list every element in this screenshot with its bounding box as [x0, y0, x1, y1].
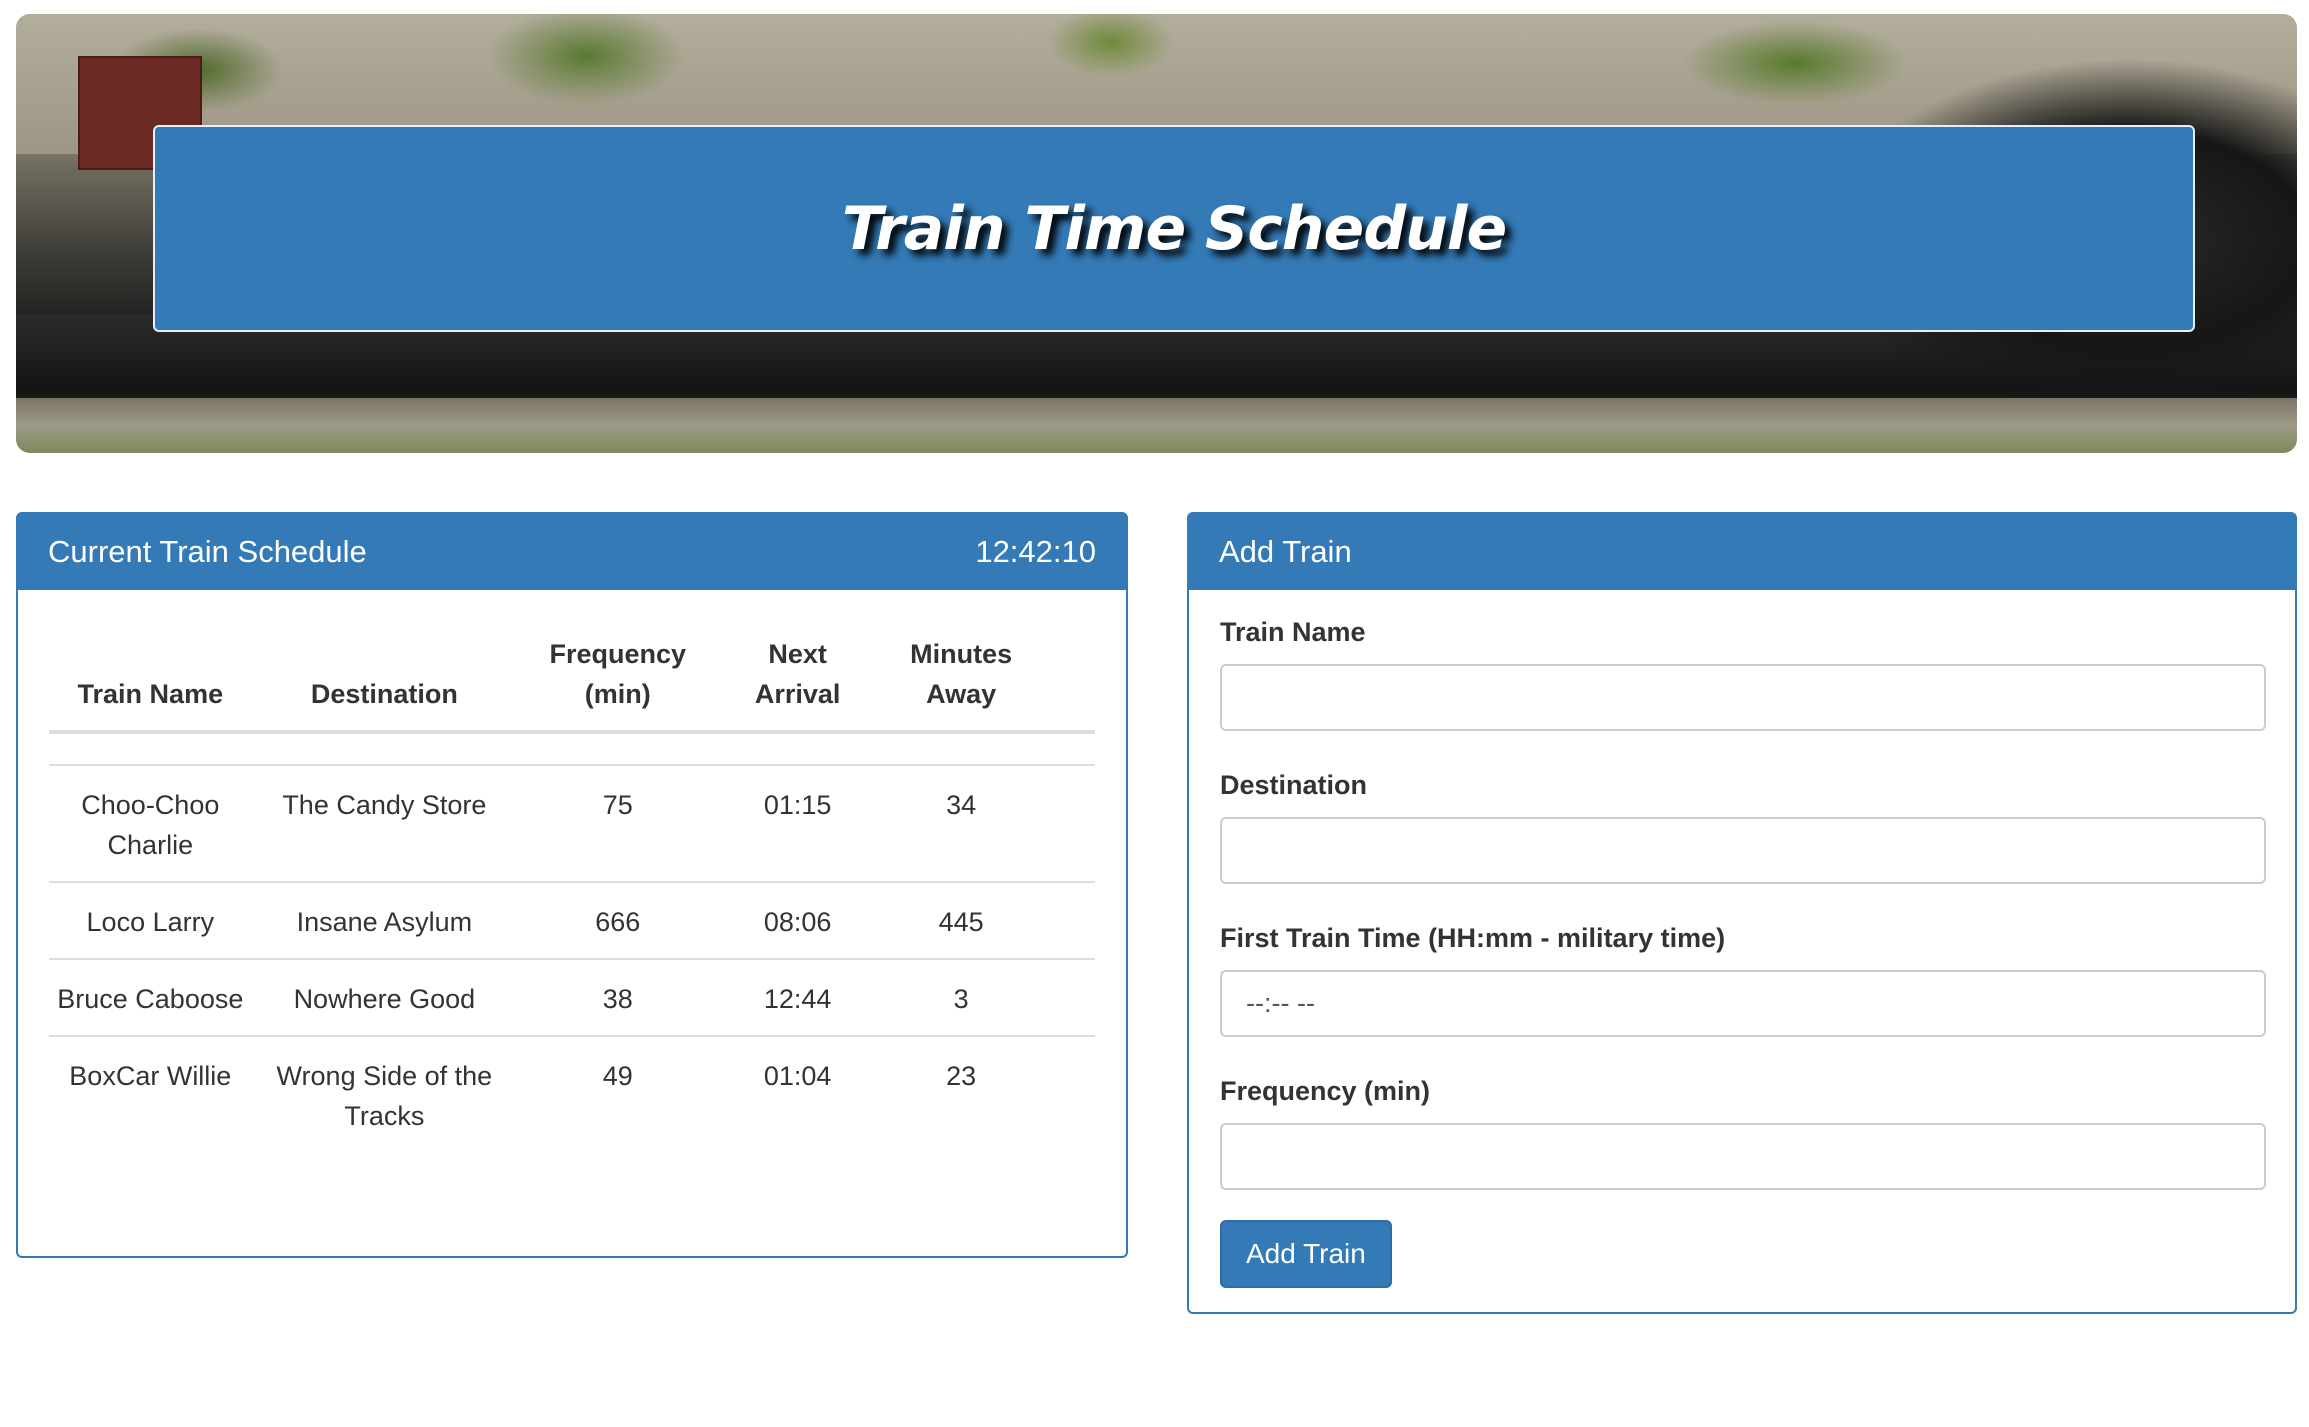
add-train-panel-heading: Add Train [1189, 514, 2295, 590]
banner-ground [16, 398, 2297, 453]
cell-train-name: Bruce Caboose [49, 958, 252, 1036]
table-row: Bruce Caboose Nowhere Good 38 12:44 3 [49, 958, 1095, 1036]
col-header-blank [1046, 634, 1095, 732]
cell-blank [1045, 764, 1095, 882]
schedule-heading-text: Current Train Schedule [48, 534, 367, 569]
cell-frequency: 666 [517, 881, 719, 959]
cell-next-arrival: 01:15 [718, 764, 877, 882]
add-train-button[interactable]: Add Train [1220, 1220, 1392, 1288]
current-time: 12:42:10 [975, 534, 1096, 569]
table-header-row: Train Name Destination Frequency (min) Ne… [49, 634, 1095, 732]
first-train-time-input[interactable]: --:-- -- [1220, 970, 2266, 1037]
cell-frequency: 49 [517, 1035, 719, 1152]
cell-destination: Insane Asylum [251, 881, 518, 959]
frequency-label: Frequency (min) [1220, 1076, 1431, 1106]
col-header-destination: Destination [310, 679, 458, 709]
cell-next-arrival: 12:44 [718, 958, 877, 1036]
col-header-train-name: Train Name [77, 679, 224, 709]
table-row: BoxCar Willie Wrong Side of the Tracks 4… [49, 1035, 1095, 1152]
frequency-input[interactable] [1220, 1123, 2266, 1190]
cell-frequency: 75 [517, 764, 719, 882]
add-train-panel: Add Train Train Name Destination First T… [1187, 512, 2297, 1314]
destination-label: Destination [1220, 770, 1368, 800]
cell-destination: Wrong Side of the Tracks [251, 1035, 518, 1152]
cell-blank [1045, 958, 1095, 1036]
col-header-next-arrival: Next Arrival [754, 639, 841, 709]
add-train-form: Train Name Destination First Train Time … [1220, 614, 2266, 1288]
schedule-panel-heading: Current Train Schedule 12:42:10 [18, 514, 1126, 590]
table-row: Loco Larry Insane Asylum 666 08:06 445 [49, 881, 1095, 959]
cell-train-name: Choo-Choo Charlie [49, 764, 252, 882]
train-name-input[interactable] [1220, 664, 2266, 731]
cell-next-arrival: 08:06 [718, 881, 877, 959]
cell-blank [1045, 1035, 1095, 1152]
header-banner: Train Time Schedule [16, 14, 2297, 453]
col-header-frequency: Frequency (min) [549, 639, 687, 709]
cell-train-name: BoxCar Willie [49, 1035, 252, 1152]
schedule-panel: Current Train Schedule 12:42:10 Train Na… [16, 512, 1128, 1258]
table-row: Choo-Choo Charlie The Candy Store 75 01:… [49, 764, 1095, 882]
cell-destination: Nowhere Good [251, 958, 518, 1036]
page-title: Train Time Schedule [841, 193, 1507, 264]
cell-destination: The Candy Store [251, 764, 518, 882]
cell-minutes-away: 445 [876, 881, 1046, 959]
cell-minutes-away: 34 [876, 764, 1046, 882]
table-spacer-row [49, 732, 1095, 765]
cell-minutes-away: 3 [876, 958, 1046, 1036]
cell-minutes-away: 23 [876, 1035, 1046, 1152]
cell-frequency: 38 [517, 958, 719, 1036]
add-train-heading-text: Add Train [1219, 534, 1352, 569]
col-header-minutes-away: Minutes Away [910, 639, 1013, 709]
cell-next-arrival: 01:04 [718, 1035, 877, 1152]
schedule-table: Train Name Destination Frequency (min) Ne… [49, 634, 1095, 1152]
first-train-time-label: First Train Time (HH:mm - military time) [1220, 923, 1726, 953]
cell-blank [1045, 881, 1095, 959]
title-box: Train Time Schedule [153, 125, 2195, 332]
destination-input[interactable] [1220, 817, 2266, 884]
train-name-label: Train Name [1220, 617, 1366, 647]
cell-train-name: Loco Larry [49, 881, 252, 959]
